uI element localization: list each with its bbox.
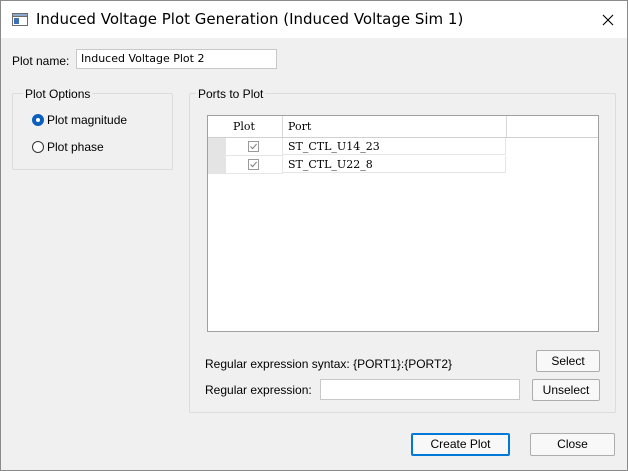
port-cell: ST_CTL_U22_8 — [283, 156, 506, 173]
window-title: Induced Voltage Plot Generation (Induced… — [36, 10, 464, 28]
plot-name-label: Plot name: — [12, 54, 70, 68]
regex-syntax-text: Regular expression syntax: {PORT1}:{PORT… — [205, 357, 453, 371]
table-row[interactable]: ST_CTL_U14_23 — [208, 138, 506, 156]
row-header[interactable] — [208, 156, 226, 174]
plot-magnitude-radio[interactable]: Plot magnitude — [32, 113, 127, 127]
plot-options-group — [12, 93, 173, 170]
column-divider — [506, 116, 507, 137]
row-checkbox[interactable] — [248, 159, 259, 170]
check-icon — [250, 143, 257, 150]
column-header-plot[interactable]: Plot — [233, 120, 255, 133]
radio-selected-icon — [32, 114, 44, 126]
plot-name-input[interactable]: Induced Voltage Plot 2 — [76, 49, 277, 69]
create-plot-button[interactable]: Create Plot — [411, 433, 510, 456]
plot-magnitude-label: Plot magnitude — [47, 113, 128, 127]
dialog-window: Induced Voltage Plot Generation (Induced… — [0, 0, 628, 471]
column-header-port[interactable]: Port — [288, 120, 311, 133]
ports-table: Plot Port ST_CTL_U14_23 ST_CTL_U22_8 — [207, 115, 599, 332]
row-checkbox[interactable] — [248, 141, 259, 152]
port-cell: ST_CTL_U14_23 — [283, 138, 506, 155]
close-button[interactable]: Close — [530, 433, 615, 456]
table-row[interactable]: ST_CTL_U22_8 — [208, 156, 506, 174]
plot-cell — [226, 156, 283, 174]
column-divider — [282, 116, 283, 137]
title-bar: Induced Voltage Plot Generation (Induced… — [1, 1, 627, 38]
app-window-icon — [12, 13, 28, 26]
regex-input[interactable] — [320, 379, 520, 400]
radio-unselected-icon — [32, 141, 44, 153]
table-header: Plot Port — [208, 116, 598, 138]
select-button[interactable]: Select — [536, 350, 600, 372]
plot-options-title: Plot Options — [23, 87, 93, 101]
check-icon — [250, 161, 257, 168]
ports-title: Ports to Plot — [196, 87, 266, 101]
plot-phase-label: Plot phase — [47, 140, 104, 154]
plot-cell — [226, 138, 283, 156]
unselect-button[interactable]: Unselect — [532, 379, 600, 401]
close-window-icon[interactable] — [589, 1, 627, 38]
row-header[interactable] — [208, 138, 226, 156]
plot-phase-radio[interactable]: Plot phase — [32, 140, 104, 154]
regex-label: Regular expression: — [205, 383, 312, 397]
